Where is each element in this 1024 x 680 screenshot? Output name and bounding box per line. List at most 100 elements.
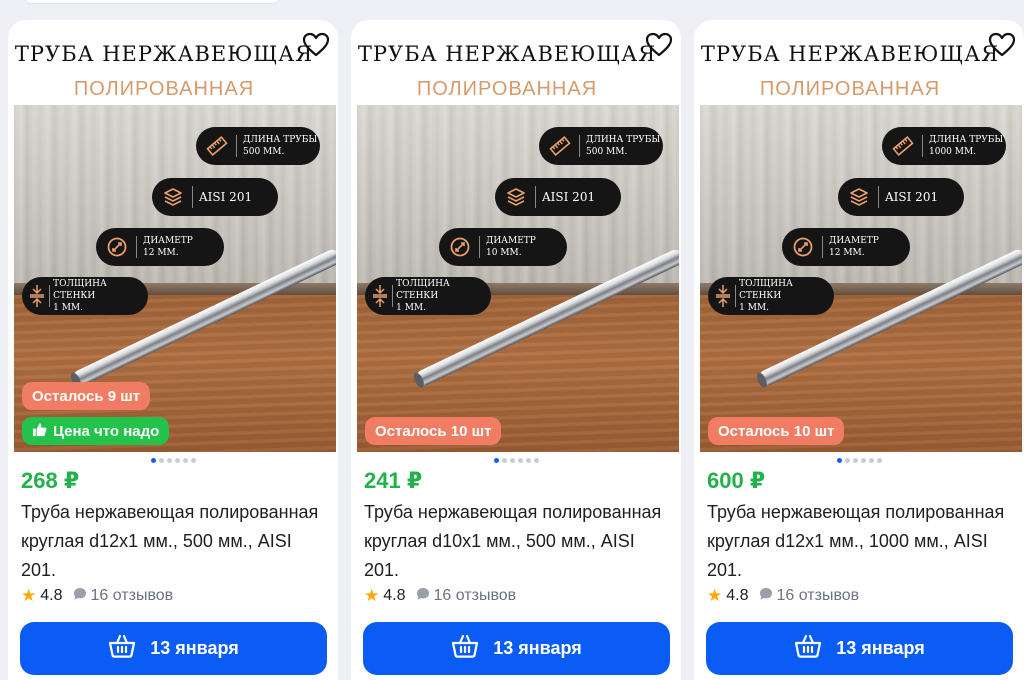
diameter-icon <box>445 232 475 262</box>
layers-icon <box>844 182 874 212</box>
layers-icon <box>501 182 531 212</box>
favorite-heart-icon[interactable] <box>988 32 1016 58</box>
carousel-dot[interactable] <box>844 458 850 463</box>
carousel-dot[interactable] <box>509 458 515 463</box>
product-image[interactable]: ТРУБА НЕРЖАВЕЮЩАЯ ПОЛИРОВАННАЯ ДЛИНА ТРУ… <box>700 20 1022 452</box>
carousel-dot[interactable] <box>836 458 842 463</box>
add-to-cart-button[interactable]: 13 января <box>20 622 327 675</box>
thickness-arrows-icon <box>712 281 733 311</box>
product-rating[interactable]: ★ 4.8 16 отзывов <box>364 586 516 606</box>
chat-bubble-icon <box>73 587 87 606</box>
spec-wall-text: ТОЛЩИНА СТЕНКИ 1 ММ. <box>53 279 107 313</box>
carousel-dot[interactable] <box>190 458 196 463</box>
ruler-icon <box>545 131 575 161</box>
spec-length-text: ДЛИНА ТРУБЫ 500 ММ. <box>243 135 318 157</box>
add-to-cart-button[interactable]: 13 января <box>363 622 670 675</box>
image-banner: ТРУБА НЕРЖАВЕЮЩАЯ ПОЛИРОВАННАЯ <box>14 20 336 105</box>
carousel-dot[interactable] <box>150 458 156 463</box>
spec-diameter-text: ДИАМЕТР 10 ММ. <box>486 236 536 258</box>
carousel-dot[interactable] <box>860 458 866 463</box>
thickness-arrows-icon <box>26 281 47 311</box>
product-title[interactable]: Труба нержавеющая полированная круглая d… <box>364 498 674 585</box>
banner-title: ТРУБА НЕРЖАВЕЮЩАЯ <box>14 42 314 66</box>
spec-length-pill: ДЛИНА ТРУБЫ 1000 ММ. <box>882 127 1006 165</box>
product-image[interactable]: ТРУБА НЕРЖАВЕЮЩАЯ ПОЛИРОВАННАЯ ДЛИНА ТРУ… <box>357 20 679 452</box>
image-carousel-dots[interactable] <box>8 458 338 466</box>
spec-length-pill: ДЛИНА ТРУБЫ 500 ММ. <box>196 127 320 165</box>
carousel-dot[interactable] <box>517 458 523 463</box>
banner-subtitle: ПОЛИРОВАННАЯ <box>73 78 255 100</box>
spec-wall-pill: ТОЛЩИНА СТЕНКИ 1 ММ. <box>365 277 491 315</box>
add-to-cart-button[interactable]: 13 января <box>706 622 1013 675</box>
top-edge-element <box>24 0 280 4</box>
spec-length-pill: ДЛИНА ТРУБЫ 500 ММ. <box>539 127 663 165</box>
stock-badge: Осталось 10 шт <box>708 417 845 445</box>
product-rating[interactable]: ★ 4.8 16 отзывов <box>21 586 173 606</box>
banner-subtitle: ПОЛИРОВАННАЯ <box>416 78 598 100</box>
carousel-dot[interactable] <box>852 458 858 463</box>
product-image[interactable]: ТРУБА НЕРЖАВЕЮЩАЯ ПОЛИРОВАННАЯ ДЛИНА ТРУ… <box>14 20 336 452</box>
carousel-dot[interactable] <box>876 458 882 463</box>
ruler-icon <box>202 131 232 161</box>
star-icon: ★ <box>364 586 380 605</box>
image-carousel-dots[interactable] <box>694 458 1024 466</box>
review-count: 16 отзывов <box>433 587 517 604</box>
review-count: 16 отзывов <box>90 587 174 604</box>
product-photo: ДЛИНА ТРУБЫ 1000 ММ. AISI 201 ДИАМЕТР 12 М… <box>700 105 1022 452</box>
spec-length-text: ДЛИНА ТРУБЫ 500 ММ. <box>586 135 661 157</box>
delivery-date: 13 января <box>150 638 239 658</box>
basket-icon <box>794 634 822 663</box>
product-photo: ДЛИНА ТРУБЫ 500 ММ. AISI 201 ДИАМЕТР 12 ММ… <box>14 105 336 452</box>
spec-wall-text: ТОЛЩИНА СТЕНКИ 1 ММ. <box>739 279 793 313</box>
carousel-dot[interactable] <box>158 458 164 463</box>
price-deal-badge: Цена что надо <box>22 417 170 445</box>
chat-bubble-icon <box>416 587 430 606</box>
carousel-dot[interactable] <box>166 458 172 463</box>
carousel-dot[interactable] <box>868 458 874 463</box>
carousel-dot[interactable] <box>493 458 499 463</box>
image-banner: ТРУБА НЕРЖАВЕЮЩАЯ ПОЛИРОВАННАЯ <box>357 20 679 105</box>
carousel-dot[interactable] <box>533 458 539 463</box>
stock-badge: Осталось 9 шт <box>22 382 151 410</box>
chat-bubble-icon <box>759 587 773 606</box>
banner-title: ТРУБА НЕРЖАВЕЮЩАЯ <box>357 42 657 66</box>
spec-grade-pill: AISI 201 <box>152 178 278 216</box>
product-card[interactable]: ТРУБА НЕРЖАВЕЮЩАЯ ПОЛИРОВАННАЯ ДЛИНА ТРУ… <box>351 20 681 680</box>
spec-length-text: ДЛИНА ТРУБЫ 1000 ММ. <box>929 135 1004 157</box>
product-title[interactable]: Труба нержавеющая полированная круглая d… <box>707 498 1017 585</box>
product-price: 268 ₽ <box>21 468 80 493</box>
product-price: 600 ₽ <box>707 468 766 493</box>
carousel-dot[interactable] <box>525 458 531 463</box>
carousel-dot[interactable] <box>174 458 180 463</box>
diameter-icon <box>788 232 818 262</box>
thickness-arrows-icon <box>369 281 390 311</box>
product-title[interactable]: Труба нержавеющая полированная круглая d… <box>21 498 331 585</box>
favorite-heart-icon[interactable] <box>302 32 330 58</box>
diameter-icon <box>102 232 132 262</box>
spec-wall-pill: ТОЛЩИНА СТЕНКИ 1 ММ. <box>708 277 834 315</box>
banner-title: ТРУБА НЕРЖАВЕЮЩАЯ <box>700 42 1000 66</box>
star-icon: ★ <box>707 586 723 605</box>
rating-value: 4.8 <box>726 587 749 604</box>
spec-diameter-text: ДИАМЕТР 12 ММ. <box>829 236 879 258</box>
spec-grade-text: AISI 201 <box>885 190 939 204</box>
spec-diameter-pill: ДИАМЕТР 12 ММ. <box>782 228 910 266</box>
carousel-dot[interactable] <box>182 458 188 463</box>
layers-icon <box>158 182 188 212</box>
delivery-date: 13 января <box>493 638 582 658</box>
product-card[interactable]: ТРУБА НЕРЖАВЕЮЩАЯ ПОЛИРОВАННАЯ ДЛИНА ТРУ… <box>8 20 338 680</box>
spec-wall-text: ТОЛЩИНА СТЕНКИ 1 ММ. <box>396 279 450 313</box>
spec-diameter-pill: ДИАМЕТР 10 ММ. <box>439 228 567 266</box>
review-count: 16 отзывов <box>776 587 860 604</box>
carousel-dot[interactable] <box>501 458 507 463</box>
rating-value: 4.8 <box>383 587 406 604</box>
thumbs-up-icon <box>32 422 47 441</box>
star-icon: ★ <box>21 586 37 605</box>
favorite-heart-icon[interactable] <box>645 32 673 58</box>
spec-diameter-text: ДИАМЕТР 12 ММ. <box>143 236 193 258</box>
image-carousel-dots[interactable] <box>351 458 681 466</box>
product-rating[interactable]: ★ 4.8 16 отзывов <box>707 586 859 606</box>
basket-icon <box>451 634 479 663</box>
product-price: 241 ₽ <box>364 468 423 493</box>
product-card[interactable]: ТРУБА НЕРЖАВЕЮЩАЯ ПОЛИРОВАННАЯ ДЛИНА ТРУ… <box>694 20 1024 680</box>
